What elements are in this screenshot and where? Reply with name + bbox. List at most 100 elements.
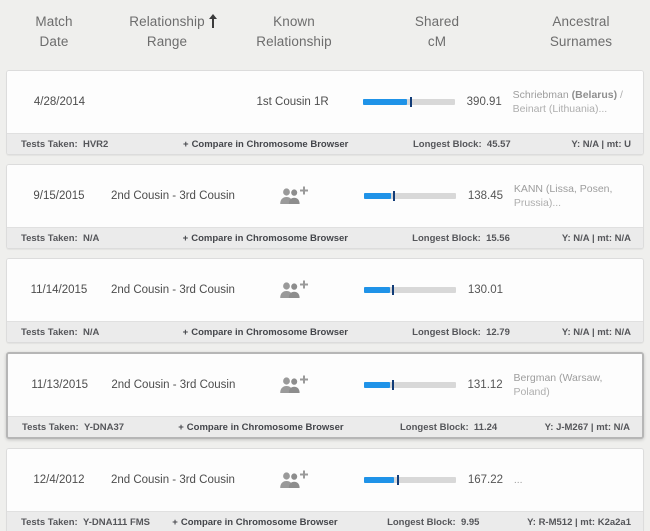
column-header-shared-cm[interactable]: Shared cM bbox=[362, 12, 512, 52]
ascending-sort-arrow-icon[interactable] bbox=[208, 13, 218, 29]
match-row[interactable]: 4/28/2014 1st Cousin 1R 390.91 Schriebma… bbox=[6, 70, 644, 155]
known-relationship-cell bbox=[229, 279, 360, 301]
tests-taken-label: Tests Taken: bbox=[22, 421, 79, 433]
column-header-ancestral-surnames-line1: Ancestral bbox=[552, 14, 610, 29]
longest-block: Longest Block: 15.56 bbox=[412, 233, 562, 244]
surname-tail: Prussia)... bbox=[513, 197, 562, 209]
match-row-main: 4/28/2014 1st Cousin 1R 390.91 Schriebma… bbox=[7, 71, 643, 133]
longest-block-value: 11.24 bbox=[471, 421, 498, 433]
column-header-match-date[interactable]: Match Date bbox=[0, 12, 108, 52]
match-row-footer: Tests Taken: N/A + Compare in Chromosome … bbox=[7, 227, 643, 248]
haplogroups-value: Y: N/A | mt: U bbox=[571, 138, 631, 150]
longest-block-label: Longest Block: bbox=[412, 326, 481, 338]
match-row-footer: Tests Taken: HVR2 + Compare in Chromosome… bbox=[7, 133, 643, 154]
compare-in-chromosome-browser-link[interactable]: + Compare in Chromosome Browser bbox=[172, 517, 387, 528]
haplogroups-value: Y: J-M267 | mt: N/A bbox=[544, 421, 630, 433]
compare-label: Compare in Chromosome Browser bbox=[191, 232, 349, 244]
ancestral-surnames-cell: Schriebman (Belarus) / Beinart (Lithuani… bbox=[509, 88, 643, 116]
tests-taken-value: Y-DNA37 bbox=[81, 421, 125, 433]
match-rows-list: 4/28/2014 1st Cousin 1R 390.91 Schriebma… bbox=[0, 70, 650, 531]
tests-taken-value: Y-DNA111 FMS bbox=[80, 516, 151, 528]
surname-tail: Poland) bbox=[513, 386, 550, 398]
longest-block-label: Longest Block: bbox=[400, 421, 469, 433]
column-header-match-date-line2: Date bbox=[39, 34, 69, 49]
match-row-main: 11/13/2015 2nd Cousin - 3rd Cousin 131.1… bbox=[8, 354, 642, 416]
add-relationship-icon[interactable] bbox=[279, 469, 309, 491]
column-header-known-relationship-line1: Known bbox=[273, 14, 315, 29]
shared-cm-value: 390.91 bbox=[466, 96, 502, 108]
tests-taken-value: N/A bbox=[80, 232, 100, 244]
column-header-match-date-line1: Match bbox=[35, 14, 73, 29]
plus-icon: + bbox=[178, 421, 184, 433]
match-row-main: 11/14/2015 2nd Cousin - 3rd Cousin 130.0… bbox=[7, 259, 643, 321]
plus-icon: + bbox=[182, 326, 189, 338]
ancestral-surnames-cell: Bergman (Warsaw, Poland) bbox=[510, 371, 642, 399]
shared-cm-bar-fill bbox=[362, 99, 407, 105]
plus-icon: + bbox=[172, 516, 178, 528]
longest-block-value: 45.57 bbox=[484, 138, 511, 150]
surname-primary: KANN (Lissa, Posen, bbox=[513, 183, 613, 195]
shared-cm-bar bbox=[363, 285, 456, 295]
shared-cm-cell: 138.45 bbox=[360, 190, 510, 202]
match-row[interactable]: 9/15/2015 2nd Cousin - 3rd Cousin 138.45… bbox=[6, 164, 644, 249]
add-relationship-icon-svg bbox=[280, 280, 309, 298]
surname-primary: Schriebman bbox=[512, 89, 569, 101]
compare-label: Compare in Chromosome Browser bbox=[186, 421, 344, 433]
shared-cm-bar-tick bbox=[393, 191, 396, 201]
compare-in-chromosome-browser-link[interactable]: + Compare in Chromosome Browser bbox=[183, 233, 413, 244]
match-date-value: 12/4/2012 bbox=[33, 474, 85, 486]
longest-block-label: Longest Block: bbox=[413, 138, 482, 150]
match-row-main: 9/15/2015 2nd Cousin - 3rd Cousin 138.45… bbox=[7, 165, 643, 227]
ancestral-surnames-cell: ... bbox=[510, 473, 643, 487]
compare-in-chromosome-browser-link[interactable]: + Compare in Chromosome Browser bbox=[183, 327, 413, 338]
column-header-known-relationship[interactable]: Known Relationship bbox=[226, 12, 362, 52]
shared-cm-bar-fill bbox=[363, 287, 391, 293]
column-header-shared-cm-line1: Shared bbox=[414, 14, 460, 29]
tests-taken-value: HVR2 bbox=[80, 138, 109, 150]
shared-cm-bar-tick bbox=[392, 285, 395, 295]
shared-cm-value: 130.01 bbox=[467, 284, 503, 296]
longest-block-value: 9.95 bbox=[458, 516, 480, 528]
match-date-value: 9/15/2015 bbox=[33, 190, 85, 202]
compare-in-chromosome-browser-link[interactable]: + Compare in Chromosome Browser bbox=[178, 422, 400, 433]
known-relationship-cell bbox=[229, 185, 360, 207]
match-row-footer: Tests Taken: Y-DNA111 FMS + Compare in Ch… bbox=[7, 511, 643, 531]
column-header-shared-cm-line2: cM bbox=[427, 34, 447, 49]
longest-block-label: Longest Block: bbox=[387, 516, 456, 528]
tests-taken-label: Tests Taken: bbox=[21, 232, 78, 244]
add-relationship-icon[interactable] bbox=[279, 185, 309, 207]
tests-taken: Tests Taken: N/A bbox=[7, 327, 183, 338]
shared-cm-cell: 390.91 bbox=[359, 96, 509, 108]
surname-separator: / bbox=[617, 89, 623, 101]
plus-icon: + bbox=[183, 138, 189, 150]
match-row-main: 12/4/2012 2nd Cousin - 3rd Cousin 167.22… bbox=[7, 449, 643, 511]
add-relationship-icon[interactable] bbox=[279, 374, 309, 396]
shared-cm-bar-tick bbox=[392, 380, 395, 390]
known-relationship-cell bbox=[229, 374, 359, 396]
match-date-value: 11/14/2015 bbox=[30, 284, 88, 296]
shared-cm-value: 138.45 bbox=[467, 190, 503, 202]
add-relationship-icon[interactable] bbox=[279, 279, 309, 301]
compare-in-chromosome-browser-link[interactable]: + Compare in Chromosome Browser bbox=[183, 139, 413, 150]
compare-label: Compare in Chromosome Browser bbox=[180, 516, 338, 528]
shared-cm-value: 167.22 bbox=[467, 474, 503, 486]
known-relationship-cell bbox=[229, 469, 360, 491]
known-relationship-value: 1st Cousin 1R bbox=[256, 96, 329, 108]
match-row[interactable]: 11/14/2015 2nd Cousin - 3rd Cousin 130.0… bbox=[6, 258, 644, 343]
relationship-range-value: 2nd Cousin - 3rd Cousin bbox=[110, 474, 235, 486]
match-date-value: 4/28/2014 bbox=[33, 96, 86, 108]
tests-taken-label: Tests Taken: bbox=[21, 516, 78, 528]
match-row-footer: Tests Taken: Y-DNA37 + Compare in Chromos… bbox=[8, 416, 642, 437]
match-row[interactable]: 11/13/2015 2nd Cousin - 3rd Cousin 131.1… bbox=[6, 352, 644, 439]
longest-block-value: 15.56 bbox=[483, 232, 510, 244]
column-header-ancestral-surnames[interactable]: Ancestral Surnames bbox=[512, 12, 650, 52]
column-header-relationship-range-line2: Range bbox=[146, 34, 188, 49]
shared-cm-bar-fill bbox=[363, 193, 392, 199]
match-row[interactable]: 12/4/2012 2nd Cousin - 3rd Cousin 167.22… bbox=[6, 448, 644, 531]
match-row-footer: Tests Taken: N/A + Compare in Chromosome … bbox=[7, 321, 643, 342]
column-header-relationship-range[interactable]: Relationship Range bbox=[108, 12, 226, 52]
column-header-known-relationship-line2: Relationship bbox=[256, 34, 332, 49]
tests-taken: Tests Taken: HVR2 bbox=[7, 139, 183, 150]
tests-taken-label: Tests Taken: bbox=[21, 138, 78, 150]
shared-cm-bar-fill bbox=[363, 382, 391, 388]
